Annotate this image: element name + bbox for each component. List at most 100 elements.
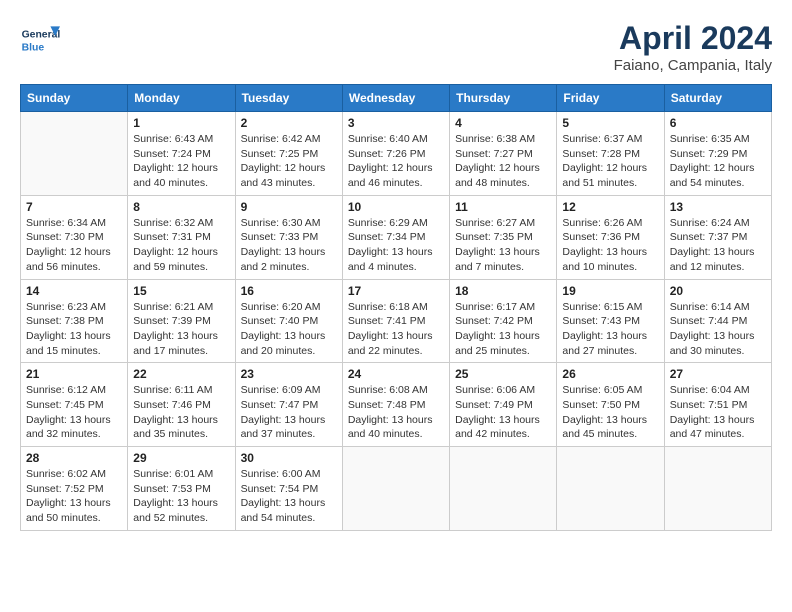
location-title: Faiano, Campania, Italy <box>614 57 772 74</box>
day-info: Sunrise: 6:32 AM Sunset: 7:31 PM Dayligh… <box>133 216 229 275</box>
calendar-week-row: 21Sunrise: 6:12 AM Sunset: 7:45 PM Dayli… <box>21 363 772 447</box>
day-info: Sunrise: 6:15 AM Sunset: 7:43 PM Dayligh… <box>562 300 658 359</box>
calendar-cell: 16 Sunrise: 6:20 AM Sunset: 7:40 PM Dayli… <box>235 279 342 363</box>
day-info: Sunrise: 6:40 AM Sunset: 7:26 PM Dayligh… <box>348 132 444 191</box>
month-title: April 2024 <box>614 20 772 57</box>
day-number: 14 <box>26 284 122 298</box>
calendar-cell <box>450 447 557 531</box>
calendar-week-row: 14 Sunrise: 6:23 AM Sunset: 7:38 PM Dayli… <box>21 279 772 363</box>
day-number: 20 <box>670 284 766 298</box>
calendar-cell <box>342 447 449 531</box>
title-block: April 2024 Faiano, Campania, Italy <box>614 20 772 74</box>
calendar-cell: 15Sunrise: 6:21 AM Sunset: 7:39 PM Dayli… <box>128 279 235 363</box>
day-info: Sunrise: 6:26 AM Sunset: 7:36 PM Dayligh… <box>562 216 658 275</box>
day-number: 17 <box>348 284 444 298</box>
calendar-header-row: SundayMondayTuesdayWednesdayThursdayFrid… <box>21 85 772 112</box>
calendar-cell: 18Sunrise: 6:17 AM Sunset: 7:42 PM Dayli… <box>450 279 557 363</box>
day-number: 8 <box>133 200 229 214</box>
column-header-friday: Friday <box>557 85 664 112</box>
day-number: 5 <box>562 116 658 130</box>
day-number: 22 <box>133 367 229 381</box>
day-number: 27 <box>670 367 766 381</box>
day-number: 2 <box>241 116 337 130</box>
column-header-tuesday: Tuesday <box>235 85 342 112</box>
day-info: Sunrise: 6:20 AM Sunset: 7:40 PM Dayligh… <box>241 300 337 359</box>
calendar-cell: 19 Sunrise: 6:15 AM Sunset: 7:43 PM Dayli… <box>557 279 664 363</box>
day-info: Sunrise: 6:08 AM Sunset: 7:48 PM Dayligh… <box>348 383 444 442</box>
calendar-cell: 11 Sunrise: 6:27 AM Sunset: 7:35 PM Dayli… <box>450 195 557 279</box>
day-info: Sunrise: 6:23 AM Sunset: 7:38 PM Dayligh… <box>26 300 122 359</box>
calendar-cell: 12Sunrise: 6:26 AM Sunset: 7:36 PM Dayli… <box>557 195 664 279</box>
day-number: 13 <box>670 200 766 214</box>
calendar-cell <box>664 447 771 531</box>
calendar-cell: 28 Sunrise: 6:02 AM Sunset: 7:52 PM Dayli… <box>21 447 128 531</box>
day-info: Sunrise: 6:27 AM Sunset: 7:35 PM Dayligh… <box>455 216 551 275</box>
calendar-cell: 5 Sunrise: 6:37 AM Sunset: 7:28 PM Daylig… <box>557 112 664 196</box>
column-header-wednesday: Wednesday <box>342 85 449 112</box>
day-number: 25 <box>455 367 551 381</box>
day-number: 4 <box>455 116 551 130</box>
calendar-cell: 3Sunrise: 6:40 AM Sunset: 7:26 PM Daylig… <box>342 112 449 196</box>
day-info: Sunrise: 6:02 AM Sunset: 7:52 PM Dayligh… <box>26 467 122 526</box>
day-info: Sunrise: 6:14 AM Sunset: 7:44 PM Dayligh… <box>670 300 766 359</box>
calendar-cell: 22 Sunrise: 6:11 AM Sunset: 7:46 PM Dayli… <box>128 363 235 447</box>
day-number: 26 <box>562 367 658 381</box>
day-info: Sunrise: 6:01 AM Sunset: 7:53 PM Dayligh… <box>133 467 229 526</box>
day-info: Sunrise: 6:35 AM Sunset: 7:29 PM Dayligh… <box>670 132 766 191</box>
day-number: 28 <box>26 451 122 465</box>
page-header: General Blue April 2024 Faiano, Campania… <box>20 20 772 74</box>
day-number: 18 <box>455 284 551 298</box>
calendar-cell: 8 Sunrise: 6:32 AM Sunset: 7:31 PM Daylig… <box>128 195 235 279</box>
calendar-cell: 23 Sunrise: 6:09 AM Sunset: 7:47 PM Dayli… <box>235 363 342 447</box>
column-header-sunday: Sunday <box>21 85 128 112</box>
calendar-cell: 25 Sunrise: 6:06 AM Sunset: 7:49 PM Dayli… <box>450 363 557 447</box>
calendar-cell: 14 Sunrise: 6:23 AM Sunset: 7:38 PM Dayli… <box>21 279 128 363</box>
day-info: Sunrise: 6:06 AM Sunset: 7:49 PM Dayligh… <box>455 383 551 442</box>
day-info: Sunrise: 6:24 AM Sunset: 7:37 PM Dayligh… <box>670 216 766 275</box>
day-number: 24 <box>348 367 444 381</box>
calendar-cell <box>557 447 664 531</box>
column-header-thursday: Thursday <box>450 85 557 112</box>
day-info: Sunrise: 6:11 AM Sunset: 7:46 PM Dayligh… <box>133 383 229 442</box>
column-header-saturday: Saturday <box>664 85 771 112</box>
day-info: Sunrise: 6:00 AM Sunset: 7:54 PM Dayligh… <box>241 467 337 526</box>
day-info: Sunrise: 6:30 AM Sunset: 7:33 PM Dayligh… <box>241 216 337 275</box>
day-number: 23 <box>241 367 337 381</box>
logo: General Blue <box>20 20 64 60</box>
day-info: Sunrise: 6:37 AM Sunset: 7:28 PM Dayligh… <box>562 132 658 191</box>
calendar-table: SundayMondayTuesdayWednesdayThursdayFrid… <box>20 84 772 531</box>
day-info: Sunrise: 6:18 AM Sunset: 7:41 PM Dayligh… <box>348 300 444 359</box>
calendar-week-row: 7Sunrise: 6:34 AM Sunset: 7:30 PM Daylig… <box>21 195 772 279</box>
day-number: 15 <box>133 284 229 298</box>
day-info: Sunrise: 6:12 AM Sunset: 7:45 PM Dayligh… <box>26 383 122 442</box>
column-header-monday: Monday <box>128 85 235 112</box>
calendar-cell: 26 Sunrise: 6:05 AM Sunset: 7:50 PM Dayli… <box>557 363 664 447</box>
day-number: 7 <box>26 200 122 214</box>
calendar-cell: 27 Sunrise: 6:04 AM Sunset: 7:51 PM Dayli… <box>664 363 771 447</box>
day-info: Sunrise: 6:42 AM Sunset: 7:25 PM Dayligh… <box>241 132 337 191</box>
calendar-cell: 10Sunrise: 6:29 AM Sunset: 7:34 PM Dayli… <box>342 195 449 279</box>
calendar-cell: 30Sunrise: 6:00 AM Sunset: 7:54 PM Dayli… <box>235 447 342 531</box>
calendar-cell <box>21 112 128 196</box>
calendar-cell: 29 Sunrise: 6:01 AM Sunset: 7:53 PM Dayli… <box>128 447 235 531</box>
day-number: 11 <box>455 200 551 214</box>
day-info: Sunrise: 6:09 AM Sunset: 7:47 PM Dayligh… <box>241 383 337 442</box>
day-number: 29 <box>133 451 229 465</box>
calendar-cell: 2 Sunrise: 6:42 AM Sunset: 7:25 PM Daylig… <box>235 112 342 196</box>
day-info: Sunrise: 6:04 AM Sunset: 7:51 PM Dayligh… <box>670 383 766 442</box>
svg-text:Blue: Blue <box>22 42 45 53</box>
day-info: Sunrise: 6:29 AM Sunset: 7:34 PM Dayligh… <box>348 216 444 275</box>
day-number: 16 <box>241 284 337 298</box>
day-number: 6 <box>670 116 766 130</box>
calendar-cell: 1Sunrise: 6:43 AM Sunset: 7:24 PM Daylig… <box>128 112 235 196</box>
calendar-week-row: 1Sunrise: 6:43 AM Sunset: 7:24 PM Daylig… <box>21 112 772 196</box>
calendar-cell: 9 Sunrise: 6:30 AM Sunset: 7:33 PM Daylig… <box>235 195 342 279</box>
day-number: 9 <box>241 200 337 214</box>
calendar-cell: 4 Sunrise: 6:38 AM Sunset: 7:27 PM Daylig… <box>450 112 557 196</box>
day-info: Sunrise: 6:38 AM Sunset: 7:27 PM Dayligh… <box>455 132 551 191</box>
calendar-cell: 21Sunrise: 6:12 AM Sunset: 7:45 PM Dayli… <box>21 363 128 447</box>
day-info: Sunrise: 6:05 AM Sunset: 7:50 PM Dayligh… <box>562 383 658 442</box>
day-number: 19 <box>562 284 658 298</box>
calendar-cell: 13 Sunrise: 6:24 AM Sunset: 7:37 PM Dayli… <box>664 195 771 279</box>
day-info: Sunrise: 6:43 AM Sunset: 7:24 PM Dayligh… <box>133 132 229 191</box>
